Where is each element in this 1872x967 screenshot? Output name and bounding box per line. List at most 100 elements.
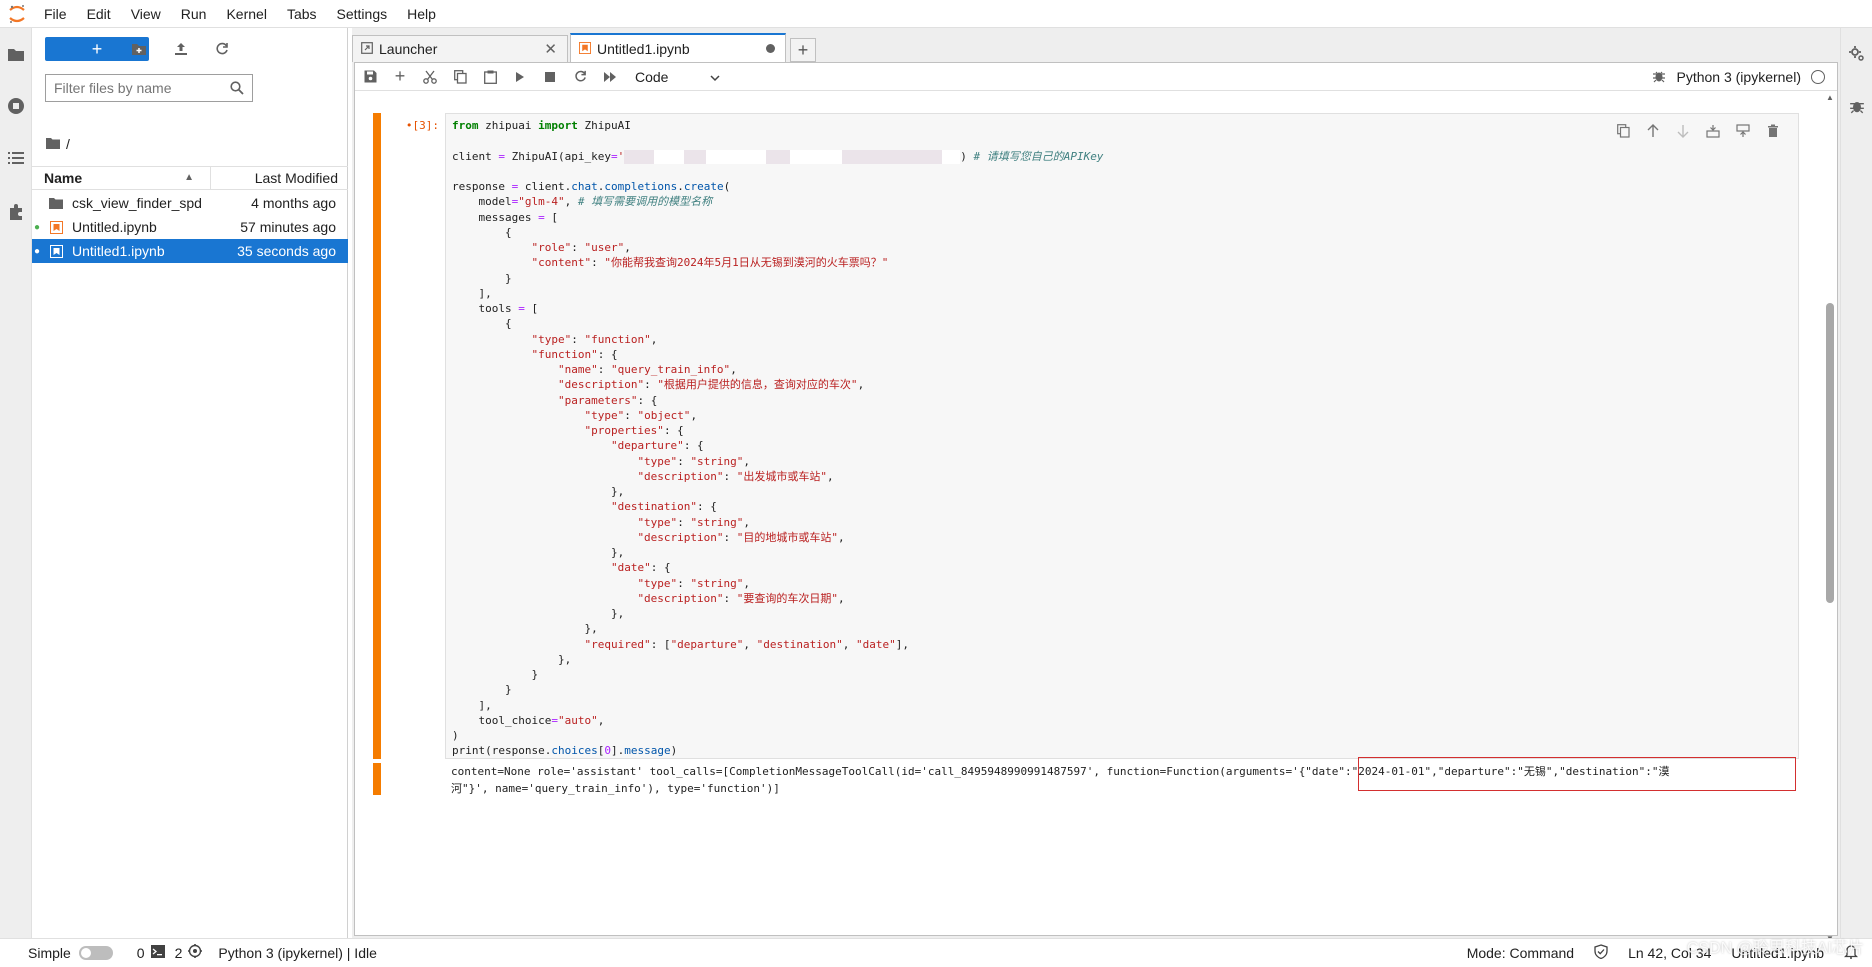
kernel-name: Python 3 (ipykernel) [1676,69,1801,85]
file-name: Untitled1.ipynb [72,243,165,259]
insert-below-icon[interactable] [1732,120,1754,142]
folder-icon[interactable] [4,42,28,66]
jupyter-logo-icon [0,0,34,28]
menu-kernel[interactable]: Kernel [216,0,276,28]
menu-bar: File Edit View Run Kernel Tabs Settings … [0,0,1872,28]
file-modified: 4 months ago [251,195,336,211]
file-row[interactable]: ● Untitled.ipynb 57 minutes ago [32,215,348,239]
menu-settings[interactable]: Settings [327,0,398,28]
notebook-icon [579,41,591,57]
scroll-thumb[interactable] [1826,303,1834,603]
scroll-up-icon[interactable]: ▲ [1826,93,1834,102]
tab-label: Launcher [379,41,438,57]
code-editor[interactable]: from zhipuai import ZhipuAI client = Zhi… [445,113,1799,759]
kernel-status[interactable]: Python 3 (ipykernel) | Idle [218,945,377,961]
copy-icon[interactable] [445,65,475,89]
code-content: from zhipuai import ZhipuAI client = Zhi… [452,119,1104,758]
file-modified: 35 seconds ago [237,243,336,259]
highlight-box [1358,757,1796,791]
left-activity-bar [0,28,32,938]
restart-icon[interactable] [565,65,595,89]
notebook-icon [46,219,66,235]
toggle-switch[interactable] [78,945,113,960]
add-tab-button[interactable]: + [790,38,816,62]
menu-file[interactable]: File [34,0,77,28]
insert-cell-icon[interactable]: + [385,65,415,89]
file-name: csk_view_finder_spd [72,195,202,211]
file-name: Untitled.ipynb [72,219,157,235]
cut-icon[interactable] [415,65,445,89]
tab-launcher[interactable]: Launcher ✕ [352,35,568,62]
launcher-icon [361,41,373,57]
file-list-header: Name ▲ Last Modified [32,166,348,190]
menu-view[interactable]: View [121,0,171,28]
file-row-selected[interactable]: ● Untitled1.ipynb 35 seconds ago [32,239,348,263]
fast-forward-icon[interactable] [595,65,625,89]
file-row[interactable]: csk_view_finder_spd 4 months ago [32,191,348,215]
table-of-contents-icon[interactable] [4,146,28,170]
refresh-icon[interactable] [212,39,232,59]
sort-ascending-icon: ▲ [184,172,194,183]
kernel-indicator[interactable]: Python 3 (ipykernel) [1652,63,1825,91]
chevron-down-icon [710,69,720,85]
cell-toolbar [1612,120,1784,142]
move-down-icon[interactable] [1672,120,1694,142]
output-cell-bar [373,763,381,795]
column-header-name[interactable]: Name ▲ [32,167,211,189]
column-header-modified[interactable]: Last Modified [211,167,348,189]
filter-files-input[interactable] [54,80,224,96]
breadcrumb: / [46,136,70,152]
cell-prompt: •[3]: [405,119,440,132]
trusted-shield-icon[interactable] [1594,944,1608,962]
property-inspector-icon[interactable] [1845,42,1869,66]
menu-edit[interactable]: Edit [77,0,121,28]
simple-mode-toggle[interactable]: Simple [28,945,113,961]
terminals-count[interactable]: 0 [136,944,165,961]
file-running-indicator: ● [33,221,41,233]
terminals-count-value: 0 [136,944,145,961]
tab-untitled1[interactable]: Untitled1.ipynb [570,33,786,62]
mode-indicator: Mode: Command [1466,945,1575,961]
menu-help[interactable]: Help [397,0,446,28]
breadcrumb-root[interactable]: / [66,136,70,152]
cell-prompt-label: [3]: [412,119,440,132]
duplicate-cell-icon[interactable] [1612,120,1634,142]
debugger-icon[interactable] [1652,69,1666,86]
terminal-icon [150,944,165,961]
unsaved-dot-icon[interactable] [766,44,775,53]
simple-mode-label: Simple [28,944,71,961]
insert-above-icon[interactable] [1702,120,1724,142]
paste-icon[interactable] [475,65,505,89]
status-bar: Simple 0 2 Python 3 (ipykernel) | Idle M… [0,938,1872,966]
column-header-name-label: Name [44,170,83,186]
upload-icon[interactable] [171,39,191,59]
debugger-icon[interactable] [1845,94,1869,118]
save-icon[interactable] [355,65,385,89]
file-running-indicator: ● [33,245,41,257]
main-area: Launcher ✕ Untitled1.ipynb + + Code Pyth… [352,28,1840,943]
close-icon[interactable]: ✕ [544,40,557,58]
notebook-scrollbar[interactable]: ▲ ▼ [1825,93,1835,943]
run-icon[interactable] [505,65,535,89]
cell-type-value: Code [635,68,669,85]
folder-icon [46,195,66,211]
notebook-icon [46,243,66,259]
cell-type-select[interactable]: Code [635,69,720,85]
stop-icon[interactable] [535,65,565,89]
new-folder-icon[interactable] [129,39,149,59]
kernels-count-value: 2 [174,944,183,961]
running-kernels-icon[interactable] [4,94,28,118]
notebook-panel: + Code Python 3 (ipykernel) •[3]: from z… [354,62,1838,943]
tab-bar: Launcher ✕ Untitled1.ipynb + [352,32,816,62]
right-activity-bar [1840,28,1872,938]
menu-tabs[interactable]: Tabs [277,0,327,28]
delete-cell-icon[interactable] [1762,120,1784,142]
filter-files-field[interactable] [45,74,253,102]
tab-label: Untitled1.ipynb [597,40,690,57]
extensions-icon[interactable] [4,200,28,224]
kernels-count[interactable]: 2 [175,944,203,961]
kernel-gear-icon [188,944,203,961]
home-folder-icon[interactable] [46,136,60,152]
menu-run[interactable]: Run [171,0,217,28]
move-up-icon[interactable] [1642,120,1664,142]
